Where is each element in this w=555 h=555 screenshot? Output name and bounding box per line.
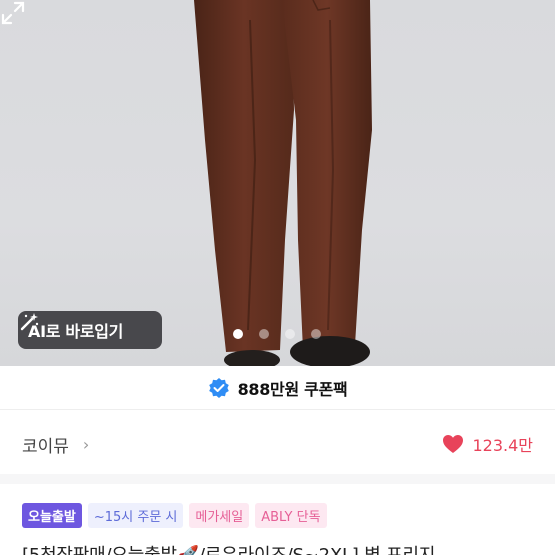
fullscreen-expand-icon[interactable] (0, 0, 26, 26)
carousel-indicator (233, 329, 321, 339)
product-tags: 오늘출발 ~15시 주문 시 메가세일 ABLY 단독 (22, 503, 327, 528)
verified-badge-icon (208, 377, 229, 398)
heart-icon (443, 435, 464, 453)
product-title: [5천장판매/오늘출발🚀/로우라이즈/S~2XL] 병 프리지 (22, 541, 435, 555)
carousel-dot[interactable] (285, 329, 295, 339)
ai-try-on-label: AI로 바로입기 (28, 322, 124, 341)
like-count: 123.4만 (472, 436, 533, 455)
section-divider (0, 474, 555, 484)
carousel-dot[interactable] (311, 329, 321, 339)
seller-name-link[interactable]: 코이뮤 (22, 432, 69, 457)
tag-mega-sale: 메가세일 (189, 503, 250, 528)
magic-wand-icon (20, 313, 39, 331)
coupon-pack-text: 888만원 쿠폰팩 (237, 379, 348, 399)
like-button[interactable]: 123.4만 (442, 432, 533, 456)
chevron-right-icon: › (82, 434, 90, 454)
ai-try-on-button[interactable]: AI로 바로입기 (18, 311, 162, 349)
product-image-carousel[interactable]: AI로 바로입기 (0, 0, 555, 366)
tag-ably-exclusive: ABLY 단독 (255, 503, 327, 528)
carousel-dot[interactable] (233, 329, 243, 339)
seller-row: 코이뮤 › 123.4만 (0, 420, 555, 468)
carousel-dot[interactable] (259, 329, 269, 339)
tag-today-shipping: 오늘출발 (22, 503, 82, 528)
coupon-pack-banner[interactable]: 888만원 쿠폰팩 (0, 366, 555, 410)
tag-order-deadline: ~15시 주문 시 (87, 503, 184, 528)
